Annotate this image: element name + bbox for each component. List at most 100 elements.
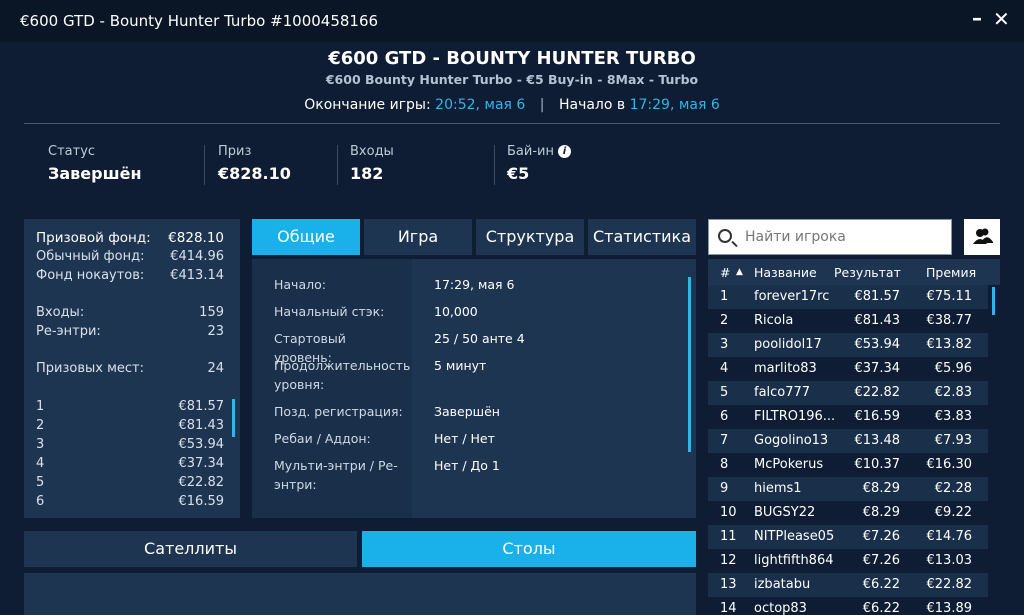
general-scrollbar[interactable]	[688, 277, 691, 452]
start-label: Начало в	[558, 97, 626, 113]
minimize-button[interactable]: –	[972, 6, 982, 30]
table-row[interactable]: 4 marlito83 €37.34 €5.96	[708, 357, 988, 381]
player-prize: €7.93	[934, 433, 972, 448]
satellites-button[interactable]: Сателлиты	[24, 531, 357, 567]
col-name[interactable]: Название	[754, 265, 817, 280]
player-prize: €2.28	[934, 481, 972, 496]
player-name: izbatabu	[754, 577, 811, 592]
paid-places-row: Призовых мест: 24	[36, 361, 224, 376]
player-result: €81.43	[854, 313, 901, 328]
regular-fund-row: Обычный фонд: €414.96	[36, 249, 224, 264]
table-row[interactable]: 8 McPokerus €10.37 €16.30	[708, 453, 988, 477]
player-prize: €13.82	[926, 337, 973, 352]
tables-button[interactable]: Столы	[362, 531, 696, 567]
stat-value: €828.10	[218, 164, 291, 183]
player-name: forever17rc	[754, 289, 830, 304]
stat-buyin: Бай-ин i €5	[507, 144, 571, 183]
player-rank: 1	[720, 289, 729, 304]
end-label: Окончание игры:	[304, 97, 431, 113]
info-value: 17:29, мая 6	[434, 277, 515, 292]
stat-value: 182	[350, 164, 384, 183]
tournament-times: Окончание игры: 20:52, мая 6 | Начало в …	[0, 97, 1024, 113]
info-icon[interactable]: i	[557, 145, 571, 158]
tab-game[interactable]: Игра	[364, 219, 472, 255]
info-value: Нет / Нет	[434, 431, 495, 446]
player-result: €6.22	[862, 577, 900, 592]
col-num[interactable]: #	[720, 265, 730, 280]
player-result: €8.29	[862, 505, 900, 520]
tab-general[interactable]: Общие	[252, 219, 360, 255]
stat-entries: Входы 182	[350, 144, 394, 183]
stat-label: Бай-ин i	[507, 144, 571, 159]
player-rank: 2	[720, 313, 729, 328]
sort-asc-icon[interactable]: ▲	[736, 267, 743, 277]
info-key: Позд. регистрация:	[274, 404, 403, 419]
divider	[204, 145, 205, 185]
end-time: 20:52, мая 6	[435, 97, 526, 113]
table-row[interactable]: 5 falco777 €22.82 €2.83	[708, 381, 988, 405]
player-name: Ricola	[754, 313, 794, 328]
table-row[interactable]: 10 BUGSY22 €8.29 €9.22	[708, 501, 988, 525]
player-result: €7.26	[862, 553, 900, 568]
reentries-row: Ре-энтри: 23	[36, 324, 224, 339]
info-key: Начальный стэк:	[274, 304, 385, 319]
table-row[interactable]: 7 Gogolino13 €13.48 €7.93	[708, 429, 988, 453]
stat-status: Статус Завершён	[48, 144, 142, 183]
player-name: McPokerus	[754, 457, 824, 472]
player-result: €13.48	[854, 433, 901, 448]
player-prize: €13.03	[926, 553, 973, 568]
table-row[interactable]: 1 forever17rc €81.57 €75.11	[708, 285, 988, 309]
tab-structure[interactable]: Структура	[476, 219, 584, 255]
player-rank: 5	[720, 385, 729, 400]
player-prize: €5.96	[934, 361, 972, 376]
general-info-panel: Начало: 17:29, мая 6 Начальный стэк: 10,…	[252, 259, 696, 518]
player-search[interactable]	[708, 219, 952, 255]
table-row[interactable]: 13 izbatabu €6.22 €22.82	[708, 573, 988, 597]
payout-row: 5 €22.82	[36, 475, 224, 490]
info-value: 10,000	[434, 304, 478, 319]
player-rank: 13	[720, 577, 737, 592]
tab-statistics[interactable]: Статистика	[588, 219, 696, 255]
payout-row: 6 €16.59	[36, 494, 224, 509]
table-header: # ▲ Название Результат Премия	[708, 259, 1000, 285]
prize-fund-row: Призовой фонд: €828.10	[36, 230, 224, 246]
payout-row: 4 €37.34	[36, 456, 224, 471]
player-prize: €22.82	[926, 577, 973, 592]
player-prize: €9.22	[934, 505, 972, 520]
table-row[interactable]: 11 NITPlease05 €7.26 €14.76	[708, 525, 988, 549]
player-prize: €13.89	[926, 601, 973, 615]
stat-value: €5	[507, 164, 530, 183]
tournament-title: €600 GTD - BOUNTY HUNTER TURBO	[328, 48, 696, 69]
divider	[337, 145, 338, 185]
table-row[interactable]: 6 FILTRO196... €16.59 €3.83	[708, 405, 988, 429]
stat-label: Приз	[218, 144, 252, 159]
table-row[interactable]: 9 hiems1 €8.29 €2.28	[708, 477, 988, 501]
player-result: €53.94	[854, 337, 901, 352]
search-input[interactable]	[745, 220, 945, 254]
find-friends-button[interactable]	[964, 219, 1000, 255]
col-result[interactable]: Результат	[834, 265, 901, 280]
table-row[interactable]: 12 lightfifth864 €7.26 €13.03	[708, 549, 988, 573]
player-name: Gogolino13	[754, 433, 829, 448]
divider	[494, 145, 495, 185]
table-row[interactable]: 14 octop83 €6.22 €13.89	[708, 597, 988, 615]
player-rank: 10	[720, 505, 737, 520]
player-result: €8.29	[862, 481, 900, 496]
table-row[interactable]: 3 poolidol17 €53.94 €13.82	[708, 333, 988, 357]
info-key: Продолжительность уровня:	[274, 358, 411, 392]
close-button[interactable]: ✕	[993, 7, 1010, 31]
player-result: €16.59	[854, 409, 901, 424]
payouts-scrollbar[interactable]	[232, 399, 235, 437]
player-result: €37.34	[854, 361, 901, 376]
player-name: marlito83	[754, 361, 817, 376]
col-prize[interactable]: Премия	[926, 265, 976, 280]
payout-row: 3 €53.94	[36, 437, 224, 452]
player-name: NITPlease05	[754, 529, 835, 544]
players-scrollbar[interactable]	[992, 287, 995, 315]
player-prize: €3.83	[934, 409, 972, 424]
info-key: Мульти-энтри / Ре-энтри:	[274, 458, 398, 492]
player-rank: 12	[720, 553, 737, 568]
window-title: €600 GTD - Bounty Hunter Turbo #10004581…	[20, 12, 379, 30]
table-row[interactable]: 2 Ricola €81.43 €38.77	[708, 309, 988, 333]
player-name: BUGSY22	[754, 505, 816, 520]
